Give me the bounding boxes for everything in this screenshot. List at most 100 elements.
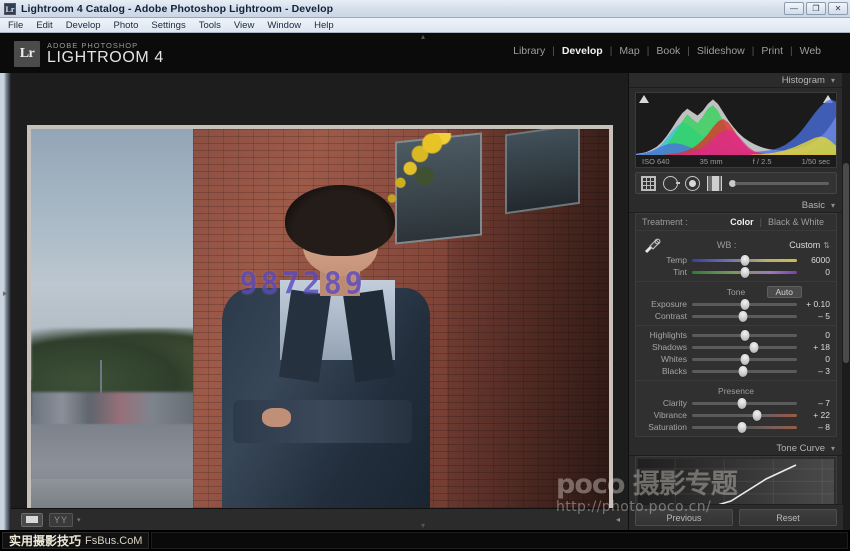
right-panel-scrollbar[interactable] [842,73,850,530]
menu-file[interactable]: File [8,20,23,31]
menu-window[interactable]: Window [267,20,301,31]
menu-photo[interactable]: Photo [114,20,139,31]
slider-highlights[interactable]: Highlights 0 [642,329,830,341]
adjustment-brush-icon[interactable] [729,180,831,186]
metadata-iso: ISO 640 [642,157,670,166]
menu-tools[interactable]: Tools [199,20,221,31]
wb-dropdown-icon[interactable]: ⇅ [823,241,830,250]
histogram-plot [636,97,836,155]
slider-knob[interactable] [738,422,747,433]
top-panel-collapse-arrow[interactable]: ▴ [405,33,441,41]
slider-whites[interactable]: Whites 0 [642,353,830,365]
slider-track[interactable] [692,414,797,417]
basic-panel-header[interactable]: Basic ▾ [629,198,843,213]
slider-contrast[interactable]: Contrast – 5 [642,310,830,322]
slider-value: – 5 [797,311,830,321]
slider-knob[interactable] [739,366,748,377]
module-slideshow[interactable]: Slideshow [690,45,752,57]
slider-vibrance[interactable]: Vibrance + 22 [642,409,830,421]
reset-button[interactable]: Reset [739,509,837,526]
slider-track[interactable] [692,303,797,306]
previous-button[interactable]: Previous [635,509,733,526]
close-button[interactable]: ✕ [828,2,848,15]
slider-knob[interactable] [753,410,762,421]
filmstrip-collapse-arrow[interactable]: ▾ [405,522,441,530]
white-balance-selector-icon[interactable] [642,236,662,254]
left-panel-expand-arrow[interactable]: ▸ [3,288,8,299]
tone-curve-panel-header[interactable]: Tone Curve ▾ [629,441,843,456]
histogram-chart[interactable]: ISO 640 35 mm f / 2.5 1/50 sec [635,92,837,168]
flag-filter-label[interactable]: YY [49,513,73,527]
slider-value: 6000 [797,255,830,265]
slider-track[interactable] [692,402,797,405]
right-panel: Histogram ▾ ISO 640 35 mm f / 2.5 1/50 s… [628,73,850,530]
photo-image[interactable]: 987289 [31,129,609,527]
chevron-down-icon[interactable]: ▾ [831,76,835,85]
minimize-button[interactable]: — [784,2,804,15]
module-library[interactable]: Library [506,45,552,57]
slider-track[interactable] [692,426,797,429]
slider-track[interactable] [692,346,797,349]
auto-tone-button[interactable]: Auto [767,286,803,298]
slider-track[interactable] [692,315,797,318]
red-eye-correction-icon[interactable] [685,176,700,191]
chevron-down-icon[interactable]: ▾ [77,516,81,524]
slider-value: + 0.10 [797,299,830,309]
slider-knob[interactable] [738,398,747,409]
slider-track[interactable] [692,271,797,274]
slider-temp[interactable]: Temp 6000 [642,254,830,266]
slider-shadows[interactable]: Shadows + 18 [642,341,830,353]
taskbar-item[interactable]: 实用摄影技巧 FsBus.CoM [2,532,149,549]
histogram-metadata: ISO 640 35 mm f / 2.5 1/50 sec [636,157,836,166]
menu-view[interactable]: View [234,20,254,31]
histogram-panel-header[interactable]: Histogram ▾ [629,73,843,88]
photo-subject-arms [233,400,412,444]
chevron-down-icon[interactable]: ▾ [831,444,835,453]
slider-knob[interactable] [740,299,749,310]
slider-value: 0 [797,354,830,364]
slider-exposure[interactable]: Exposure + 0.10 [642,298,830,310]
identity-plate[interactable]: Lr ADOBE PHOTOSHOP LIGHTROOM 4 [14,41,164,67]
chevron-down-icon[interactable]: ▾ [831,201,835,210]
left-panel-collapsed[interactable]: ▸ [0,73,11,530]
wb-value[interactable]: Custom [789,240,820,250]
spot-removal-icon[interactable] [663,176,678,191]
slider-track[interactable] [692,334,797,337]
basic-panel: Treatment : Color | Black & White [635,213,837,437]
slider-knob[interactable] [740,267,749,278]
slider-tint[interactable]: Tint 0 [642,266,830,278]
module-map[interactable]: Map [612,45,646,57]
maximize-button[interactable]: ❐ [806,2,826,15]
menu-edit[interactable]: Edit [36,20,52,31]
lightroom-app: ▴ Lr ADOBE PHOTOSHOP LIGHTROOM 4 Library… [0,33,850,530]
photo-subject-hand [262,408,291,428]
module-book[interactable]: Book [649,45,687,57]
crop-overlay-icon[interactable] [641,176,656,191]
app-icon: Lr [4,3,16,15]
slider-knob[interactable] [740,255,749,266]
slider-blacks[interactable]: Blacks – 3 [642,365,830,377]
slider-track[interactable] [692,358,797,361]
menu-settings[interactable]: Settings [151,20,185,31]
menu-develop[interactable]: Develop [66,20,101,31]
slider-clarity[interactable]: Clarity – 7 [642,397,830,409]
slider-track[interactable] [692,370,797,373]
graduated-filter-icon[interactable] [707,176,722,191]
module-print[interactable]: Print [754,45,790,57]
slider-track[interactable] [692,259,797,262]
module-web[interactable]: Web [793,45,828,57]
slider-knob[interactable] [749,342,758,353]
slider-knob[interactable] [740,354,749,365]
image-viewer[interactable]: 987289 [11,73,628,530]
treatment-bw-option[interactable]: Black & White [762,217,830,227]
toolbar-collapse-icon[interactable]: ◂ [616,515,620,524]
slider-saturation[interactable]: Saturation – 8 [642,421,830,433]
slider-knob[interactable] [740,330,749,341]
loupe-view-icon[interactable] [21,513,43,527]
slider-label: Tint [642,267,692,277]
scrollbar-thumb[interactable] [843,163,849,363]
menu-help[interactable]: Help [314,20,334,31]
slider-knob[interactable] [739,311,748,322]
module-develop[interactable]: Develop [555,45,610,57]
treatment-color-option[interactable]: Color [724,217,760,227]
